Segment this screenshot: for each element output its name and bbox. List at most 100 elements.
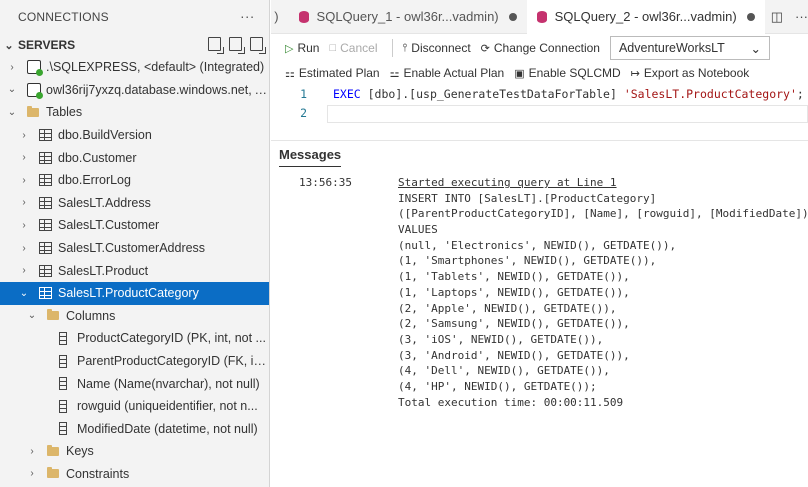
export-label: Export as Notebook xyxy=(643,66,750,80)
tree-item[interactable]: ModifiedDate (datetime, not null) xyxy=(0,418,269,441)
table-icon xyxy=(39,287,52,300)
tree-item-label: SalesLT.Product xyxy=(58,263,149,278)
message-line: (2, 'Apple', NEWID(), GETDATE()), xyxy=(398,301,617,315)
line-number: 1 xyxy=(300,87,307,101)
new-connection-icon[interactable] xyxy=(208,37,224,54)
tree-item[interactable]: › SalesLT.Customer xyxy=(0,214,269,237)
tree-item[interactable]: › .\SQLEXPRESS, <default> (Integrated) xyxy=(0,56,269,79)
procedure-name: [dbo].[usp_GenerateTestDataForTable] xyxy=(360,87,624,101)
azure-data-studio-window: CONNECTIONS ··· ⌄ SERVERS › .\SQLEXPRESS,… xyxy=(0,0,808,487)
toolbar-divider xyxy=(391,39,393,57)
chevron-down-icon[interactable]: ⌄ xyxy=(25,310,39,321)
table-icon xyxy=(39,174,52,187)
change-connection-icon: ⟳ xyxy=(480,42,490,55)
unsaved-dot-icon[interactable] xyxy=(508,12,517,21)
chevron-down-icon[interactable]: ⌄ xyxy=(5,84,19,95)
tree-item[interactable]: Name (Name(nvarchar), not null) xyxy=(0,372,269,395)
database-select[interactable]: AdventureWorksLT ⌄ xyxy=(609,36,770,60)
tree-item[interactable]: › dbo.ErrorLog xyxy=(0,169,269,192)
actual-plan-icon: ⚍ xyxy=(389,67,400,80)
chevron-right-icon[interactable]: › xyxy=(17,265,31,276)
split-editor-icon[interactable]: ◫ xyxy=(771,9,783,25)
chevron-right-icon[interactable]: › xyxy=(17,175,31,186)
message-line: VALUES xyxy=(398,223,438,237)
messages-tab[interactable]: Messages xyxy=(279,147,342,167)
tab-partial[interactable]: ) xyxy=(271,0,289,34)
new-server-group-icon[interactable] xyxy=(229,37,245,54)
estimated-plan-button[interactable]: ⚏ Estimated Plan xyxy=(285,66,380,80)
tab-actions: ◫ ··· xyxy=(771,9,808,25)
tree-item-label: ParentProductCategoryID (FK, in... xyxy=(77,354,270,369)
tree-item[interactable]: › dbo.Customer xyxy=(0,146,269,169)
more-actions-icon[interactable]: ··· xyxy=(795,9,808,24)
table-icon xyxy=(39,129,52,142)
table-icon xyxy=(39,242,52,255)
tree-item-label: rowguid (uniqueidentifier, not n... xyxy=(77,399,258,414)
tree-item[interactable]: ⌄ owl36rij7yxzq.database.windows.net, A..… xyxy=(0,79,270,102)
tree-item[interactable]: ⌄ Tables xyxy=(0,101,269,124)
tree-item[interactable]: ⌄ Columns xyxy=(0,305,269,328)
current-line-highlight xyxy=(327,105,808,123)
tree-item[interactable]: › dbo.BuildVersion xyxy=(0,124,269,147)
disconnect-button[interactable]: ⫯ Disconnect xyxy=(403,41,471,55)
sqlcmd-label: Enable SQLCMD xyxy=(528,66,621,80)
run-label: Run xyxy=(297,41,320,55)
servers-label: SERVERS xyxy=(18,38,76,52)
message-line: INSERT INTO [SalesLT].[ProductCategory] xyxy=(398,191,657,205)
tree-item-label: owl36rij7yxzq.database.windows.net, A... xyxy=(46,82,270,97)
tree-item[interactable]: › Keys xyxy=(0,440,269,463)
column-icon xyxy=(59,422,67,436)
unsaved-dot-icon[interactable] xyxy=(746,12,755,21)
message-line: (1, 'Laptops', NEWID(), GETDATE()), xyxy=(398,285,630,299)
disconnect-icon: ⫯ xyxy=(402,41,408,54)
message-line: Total execution time: 00:00:11.509 xyxy=(398,395,624,409)
change-connection-button[interactable]: ⟳ Change Connection xyxy=(481,41,600,55)
chevron-right-icon[interactable]: › xyxy=(17,152,31,163)
tree-item[interactable]: rowguid (uniqueidentifier, not n... xyxy=(0,395,269,418)
code-editor[interactable]: 1 2 EXEC [dbo].[usp_GenerateTestDataForT… xyxy=(271,85,808,145)
run-button[interactable]: ▷ Run xyxy=(285,41,319,55)
export-notebook-button[interactable]: ↦ Export as Notebook xyxy=(631,66,750,80)
tree-item[interactable]: › SalesLT.Product xyxy=(0,259,269,282)
tree-item[interactable]: ⌄ SalesLT.ProductCategory xyxy=(0,281,269,305)
tab-sqlquery-1[interactable]: SQLQuery_1 - owl36r...vadmin) xyxy=(289,0,527,34)
active-connections-icon[interactable] xyxy=(250,37,266,54)
tab-sqlquery-2[interactable]: SQLQuery_2 - owl36r...vadmin) xyxy=(526,0,765,34)
message-line: ([ParentProductCategoryID], [Name], [row… xyxy=(398,207,808,221)
chevron-right-icon[interactable]: › xyxy=(25,468,39,479)
tree-item[interactable]: › Constraints xyxy=(0,463,269,486)
tree-item[interactable]: › SalesLT.CustomerAddress xyxy=(0,237,269,260)
tree-item-label: dbo.ErrorLog xyxy=(58,173,131,188)
more-actions-icon[interactable]: ··· xyxy=(240,8,255,24)
table-icon xyxy=(39,151,52,164)
estimated-plan-label: Estimated Plan xyxy=(298,66,380,80)
tree-item[interactable]: ParentProductCategoryID (FK, in... xyxy=(0,350,270,373)
message-time: 13:56:35 xyxy=(299,176,352,189)
tree-item-label: ModifiedDate (datetime, not null) xyxy=(77,421,258,436)
sqlcmd-icon: ▣ xyxy=(514,67,525,80)
chevron-right-icon[interactable]: › xyxy=(17,197,31,208)
message-line: (1, 'Smartphones', NEWID(), GETDATE()), xyxy=(398,254,657,268)
chevron-right-icon[interactable]: › xyxy=(17,220,31,231)
folder-icon xyxy=(47,467,59,479)
actual-plan-button[interactable]: ⚍ Enable Actual Plan xyxy=(390,66,505,80)
cancel-label: Cancel xyxy=(340,41,378,55)
tree-item[interactable]: ProductCategoryID (PK, int, not ... xyxy=(0,327,269,350)
cancel-button[interactable]: □ Cancel xyxy=(329,41,377,55)
connections-title: CONNECTIONS xyxy=(18,10,109,24)
message-line[interactable]: Started executing query at Line 1 xyxy=(398,176,808,192)
chevron-down-icon[interactable]: ⌄ xyxy=(17,288,31,299)
query-toolbar-secondary: ⚏ Estimated Plan ⚍ Enable Actual Plan ▣ Ena… xyxy=(271,61,808,85)
chevron-right-icon[interactable]: › xyxy=(5,62,19,73)
message-line: (3, 'iOS', NEWID(), GETDATE()), xyxy=(398,332,604,346)
statement-end: ; xyxy=(796,87,804,101)
chevron-right-icon[interactable]: › xyxy=(17,243,31,254)
sqlcmd-button[interactable]: ▣ Enable SQLCMD xyxy=(514,66,620,80)
database-value: AdventureWorksLT xyxy=(618,41,725,55)
tree-item[interactable]: › SalesLT.Address xyxy=(0,192,269,215)
chevron-right-icon[interactable]: › xyxy=(17,130,31,141)
chevron-down-icon[interactable]: ⌄ xyxy=(5,107,19,118)
results-divider xyxy=(271,140,808,141)
chevron-right-icon[interactable]: › xyxy=(25,446,39,457)
chevron-down-icon: ⌄ xyxy=(4,39,14,52)
